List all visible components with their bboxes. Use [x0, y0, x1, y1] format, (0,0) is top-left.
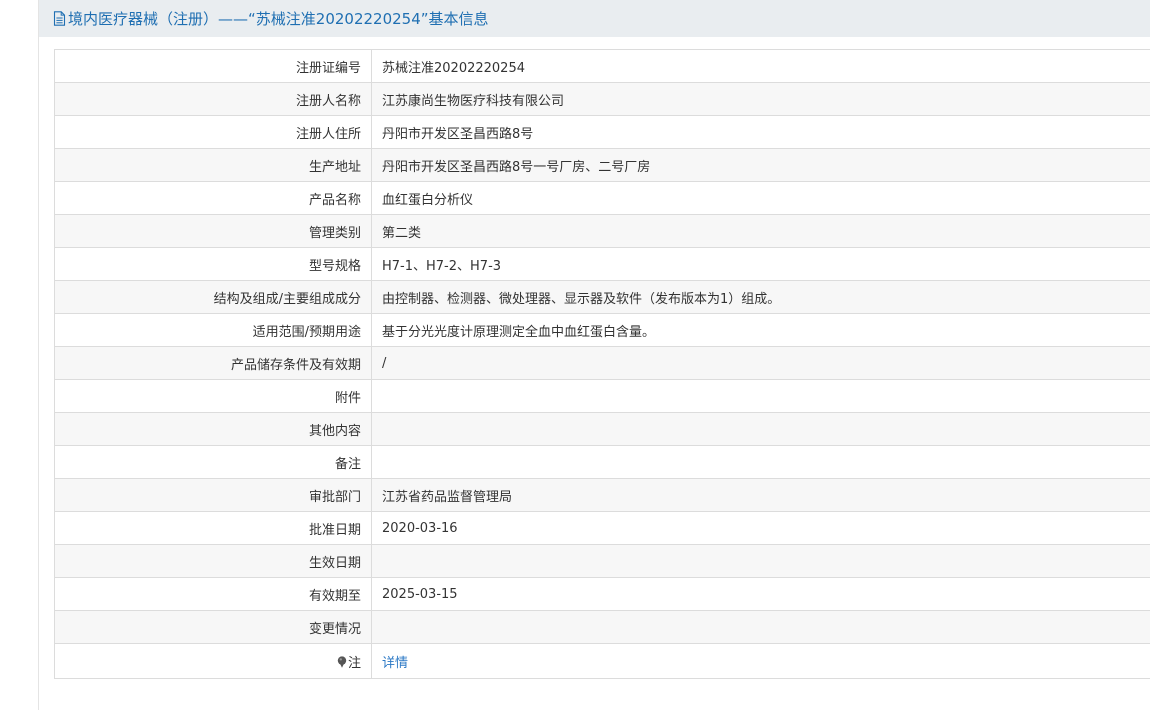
table-row: 型号规格 H7-1、H7-2、H7-3 [54, 247, 1150, 281]
field-label: 型号规格 [54, 247, 372, 281]
field-value: 基于分光光度计原理测定全血中血红蛋白含量。 [371, 313, 1150, 347]
table-row: 其他内容 [54, 412, 1150, 446]
detail-page: 境内医疗器械（注册）——“苏械注准20202220254”基本信息 注册证编号苏… [38, 0, 1150, 710]
field-value [371, 544, 1150, 578]
page-header: 境内医疗器械（注册）——“苏械注准20202220254”基本信息 [39, 0, 1150, 37]
table-row: 注册人名称 江苏康尚生物医疗科技有限公司 [54, 82, 1150, 116]
field-value: 苏械注准20202220254 [371, 49, 1150, 83]
field-value: 第二类 [371, 214, 1150, 248]
table-row: 审批部门 江苏省药品监督管理局 [54, 478, 1150, 512]
table-row: 附件 [54, 379, 1150, 413]
field-value [371, 412, 1150, 446]
table-row: 生产地址 丹阳市开发区圣昌西路8号一号厂房、二号厂房 [54, 148, 1150, 182]
field-label: 生效日期 [54, 544, 372, 578]
note-label: 注 [347, 655, 361, 671]
field-label: 注册人名称 [54, 82, 372, 116]
info-table: 注册证编号 苏械注准20202220254 注册人名称 江苏康尚生物医疗科技有限公司注… [54, 49, 1150, 679]
note-label-cell: 注 [54, 643, 372, 679]
info-table-body: 注册证编号 苏械注准20202220254 注册人名称 江苏康尚生物医疗科技有限公司注… [54, 49, 1150, 679]
field-value: 2020-03-16 [371, 511, 1150, 545]
field-value: 血红蛋白分析仪 [371, 181, 1150, 215]
field-label: 其他内容 [54, 412, 372, 446]
detail-link[interactable]: 详情 [382, 656, 408, 671]
field-value: 2025-03-15 [371, 577, 1150, 611]
field-value: 由控制器、检测器、微处理器、显示器及软件（发布版本为1）组成。 [371, 280, 1150, 314]
field-label: 结构及组成/主要组成成分 [54, 280, 372, 314]
table-row: 产品名称 血红蛋白分析仪 [54, 181, 1150, 215]
field-label: 适用范围/预期用途 [54, 313, 372, 347]
table-row: 产品储存条件及有效期 / [54, 346, 1150, 380]
document-icon [53, 11, 66, 26]
field-label: 批准日期 [54, 511, 372, 545]
table-row: 变更情况 [54, 610, 1150, 644]
field-value: H7-1、H7-2、H7-3 [371, 247, 1150, 281]
page-title: 境内医疗器械（注册）——“苏械注准20202220254”基本信息 [68, 10, 489, 28]
field-label: 产品名称 [54, 181, 372, 215]
field-value [371, 379, 1150, 413]
field-value [371, 445, 1150, 479]
table-row: 管理类别 第二类 [54, 214, 1150, 248]
note-value-cell: 详情 [371, 643, 1150, 679]
field-value: 丹阳市开发区圣昌西路8号 [371, 115, 1150, 149]
field-label: 管理类别 [54, 214, 372, 248]
pin-icon [337, 655, 347, 668]
field-label: 注册人住所 [54, 115, 372, 149]
field-value: 江苏省药品监督管理局 [371, 478, 1150, 512]
table-row: 注册人住所 丹阳市开发区圣昌西路8号 [54, 115, 1150, 149]
table-row: 生效日期 [54, 544, 1150, 578]
field-label: 附件 [54, 379, 372, 413]
field-value: 丹阳市开发区圣昌西路8号一号厂房、二号厂房 [371, 148, 1150, 182]
table-row: 注册证编号 苏械注准20202220254 [54, 49, 1150, 83]
table-row: 有效期至 2025-03-15 [54, 577, 1150, 611]
table-row: 批准日期 2020-03-16 [54, 511, 1150, 545]
field-label: 产品储存条件及有效期 [54, 346, 372, 380]
field-value [371, 610, 1150, 644]
field-label: 审批部门 [54, 478, 372, 512]
table-row: 适用范围/预期用途 基于分光光度计原理测定全血中血红蛋白含量。 [54, 313, 1150, 347]
table-row: 结构及组成/主要组成成分 由控制器、检测器、微处理器、显示器及软件（发布版本为1）… [54, 280, 1150, 314]
field-value: / [371, 346, 1150, 380]
field-value: 江苏康尚生物医疗科技有限公司 [371, 82, 1150, 116]
field-label: 有效期至 [54, 577, 372, 611]
field-label: 备注 [54, 445, 372, 479]
note-row: 注 详情 [54, 643, 1150, 679]
field-label: 生产地址 [54, 148, 372, 182]
field-label: 变更情况 [54, 610, 372, 644]
field-label: 注册证编号 [54, 49, 372, 83]
table-row: 备注 [54, 445, 1150, 479]
